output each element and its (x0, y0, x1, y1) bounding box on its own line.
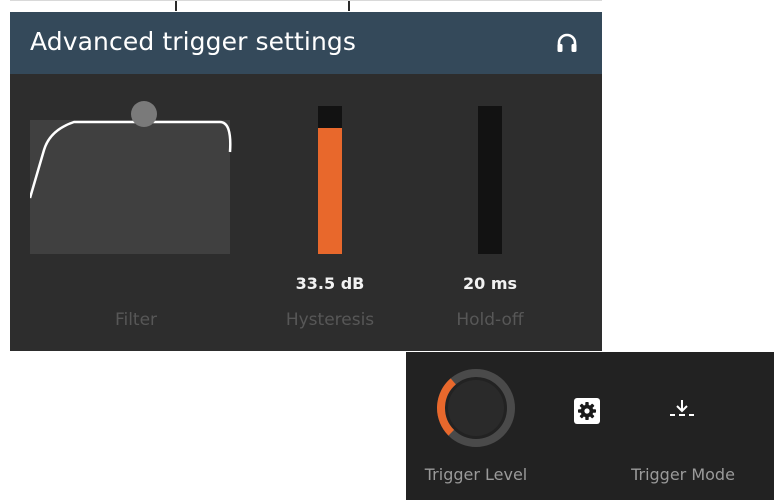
hysteresis-value: 33.5 dB (295, 274, 365, 293)
trigger-mode-label: Trigger Mode (631, 465, 735, 484)
headphone-icon[interactable] (556, 32, 578, 54)
gear-icon (578, 402, 596, 420)
trigger-level-knob[interactable] (434, 366, 518, 450)
trigger-settings-button[interactable] (574, 398, 600, 424)
holdoff-label: Hold-off (456, 310, 524, 330)
filter-area (30, 120, 230, 254)
hysteresis-meter-fill (318, 128, 342, 254)
filter-curve-editor[interactable] (30, 100, 234, 256)
hysteresis-label: Hysteresis (285, 310, 375, 330)
panel-header: Advanced trigger settings (10, 12, 602, 74)
trigger-controls-panel: Trigger Level Trigger Mode (406, 352, 774, 500)
advanced-trigger-panel: Advanced trigger settings Filter 33.5 dB… (10, 12, 602, 351)
holdoff-value: 20 ms (462, 274, 518, 293)
trigger-mode-icon[interactable] (668, 396, 696, 424)
filter-label: Filter (114, 310, 158, 330)
holdoff-meter[interactable] (478, 106, 502, 254)
edge-mark (175, 1, 177, 11)
trigger-level-label: Trigger Level (424, 465, 528, 484)
filter-handle[interactable] (131, 101, 157, 127)
panel-title: Advanced trigger settings (30, 27, 356, 56)
edge-mark (348, 1, 350, 11)
knob-cap (448, 380, 504, 436)
hysteresis-meter[interactable] (318, 106, 342, 254)
